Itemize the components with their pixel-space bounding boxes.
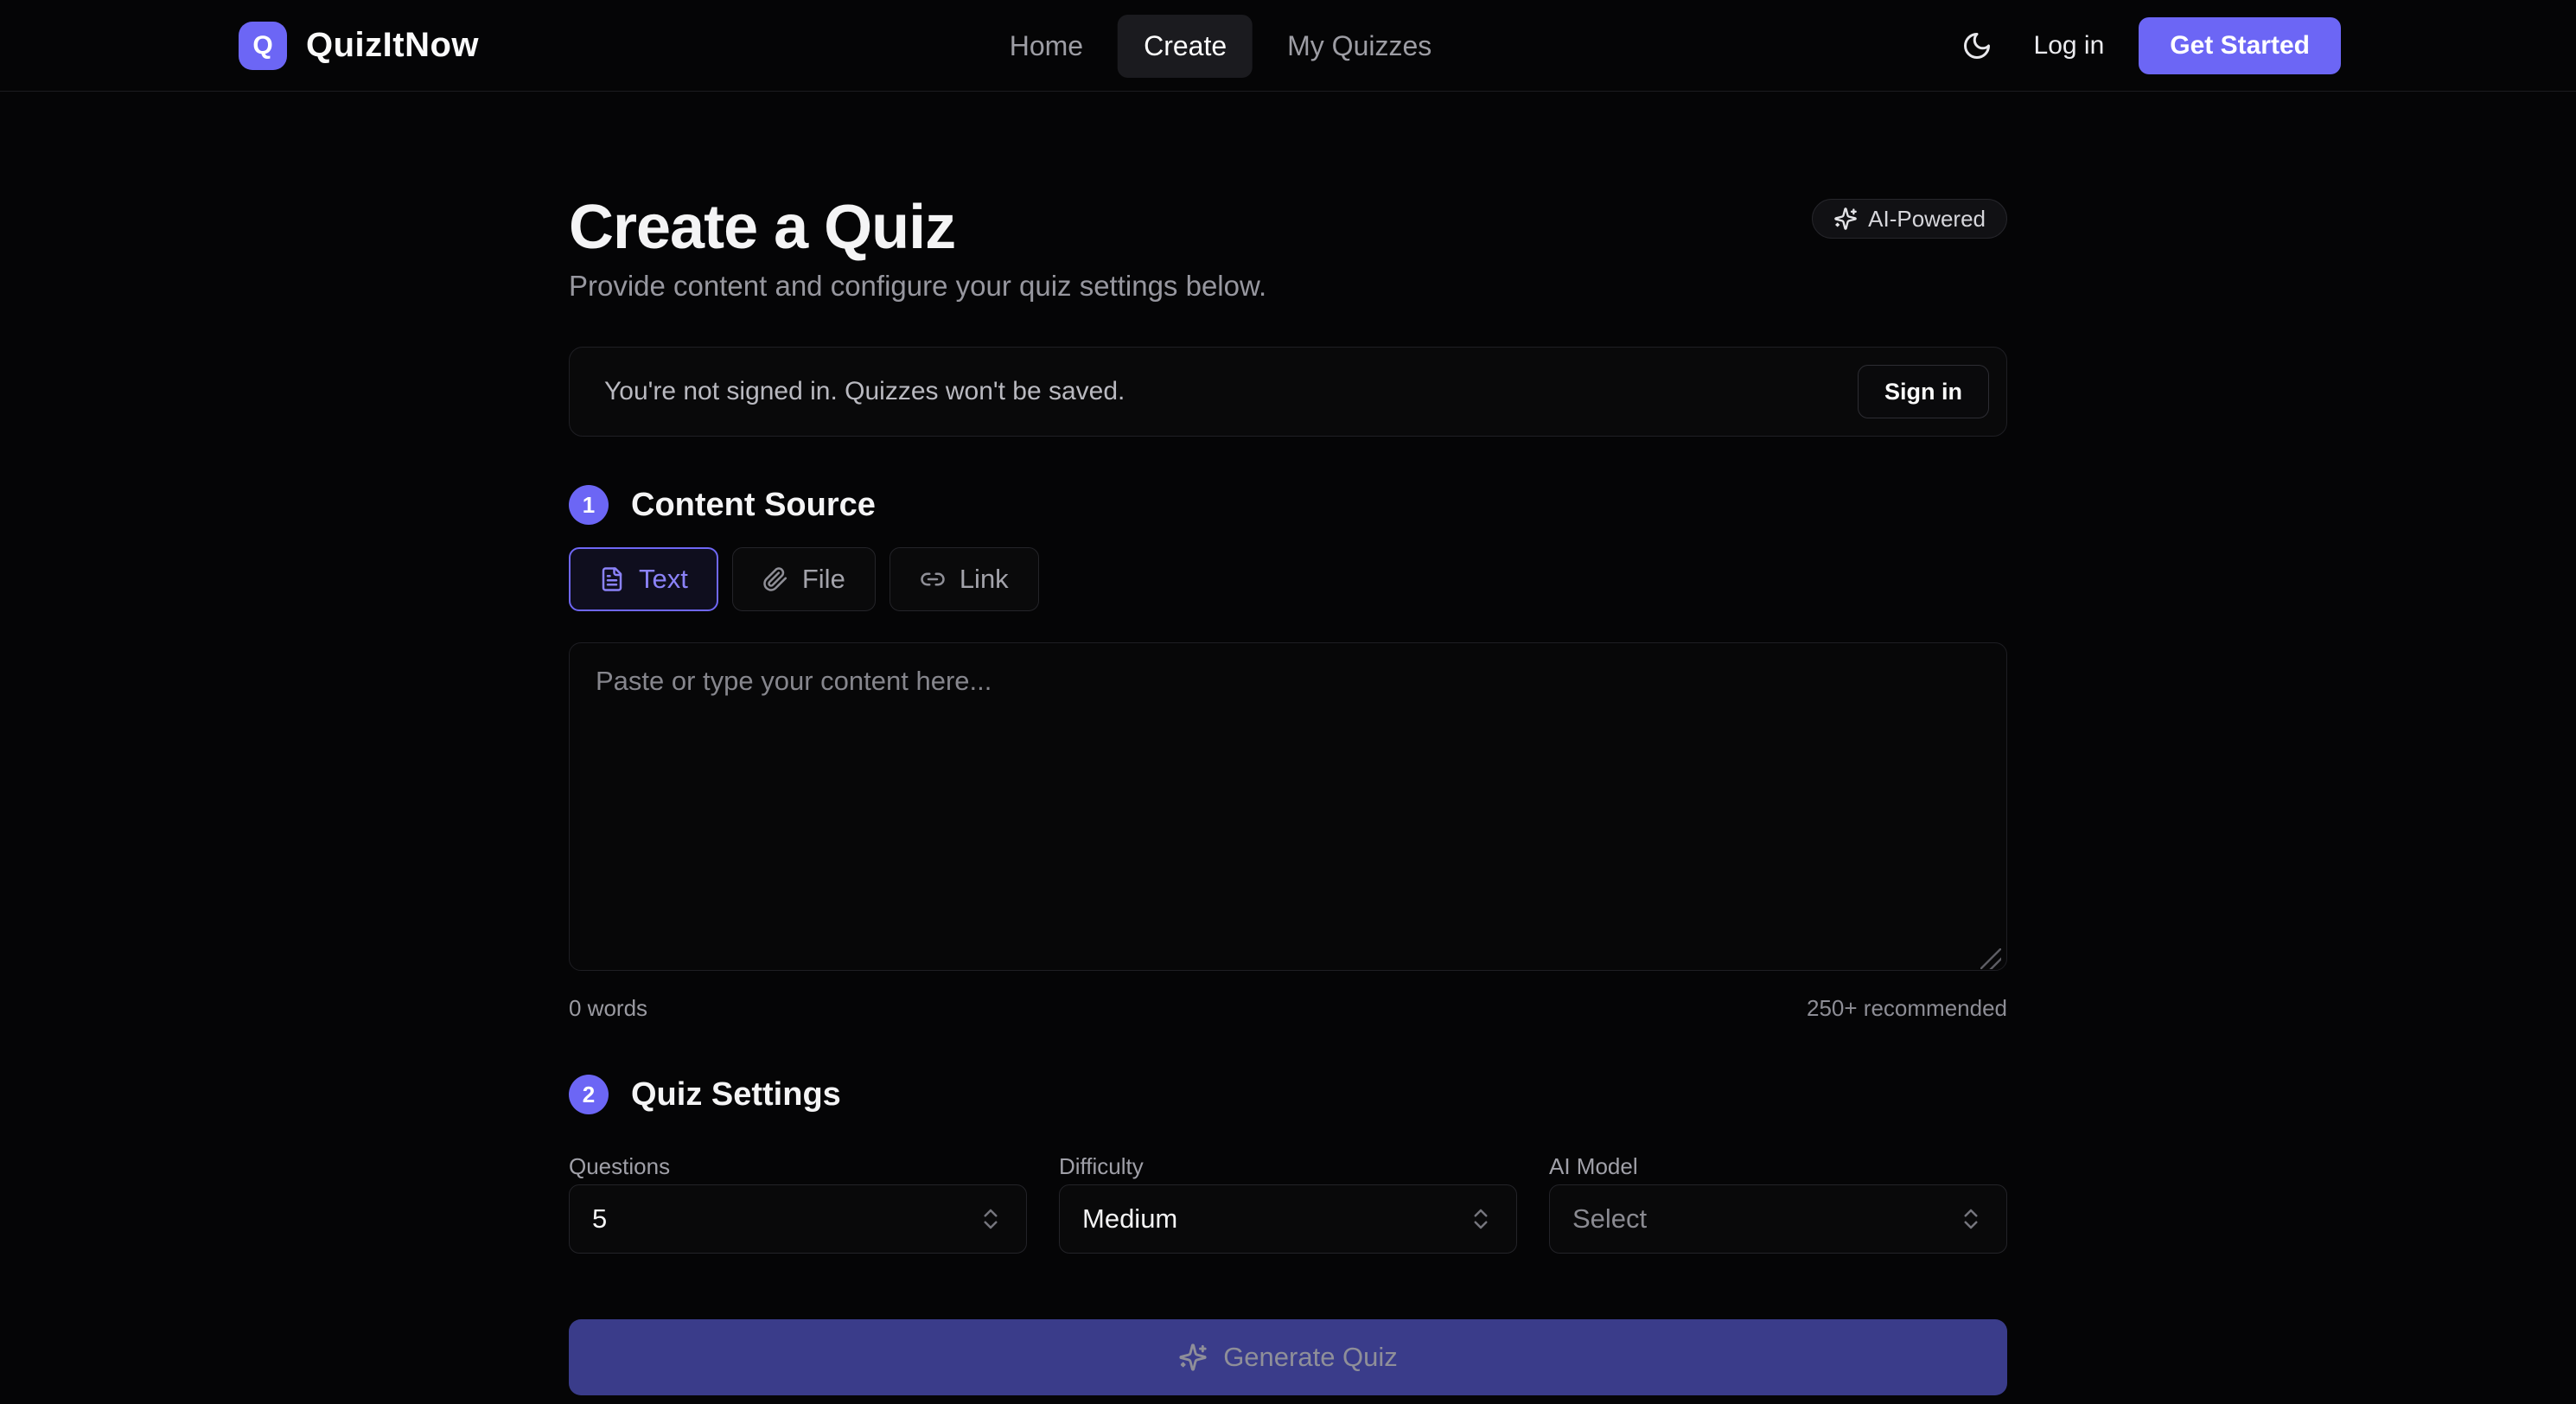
nav-item-create[interactable]: Create (1118, 15, 1253, 78)
chevrons-up-down-icon (1468, 1206, 1494, 1232)
generate-quiz-button[interactable]: Generate Quiz (569, 1319, 2007, 1395)
difficulty-select-value: Medium (1082, 1203, 1177, 1235)
ai-powered-badge: AI-Powered (1812, 199, 2007, 239)
content-source-section-header: 1 Content Source (569, 485, 2007, 525)
quiz-settings-section-header: 2 Quiz Settings (569, 1075, 2007, 1114)
nav-item-home[interactable]: Home (984, 15, 1109, 78)
content-source-tabs: Text File Link (569, 547, 2007, 611)
tab-text-label: Text (639, 564, 688, 595)
questions-select-value: 5 (592, 1203, 607, 1235)
brand[interactable]: Q QuizItNow (239, 22, 479, 70)
navbar: Q QuizItNow Home Create My Quizzes Log i… (0, 0, 2576, 92)
get-started-button[interactable]: Get Started (2139, 17, 2341, 74)
questions-label: Questions (569, 1152, 1027, 1181)
resize-handle[interactable] (1980, 948, 2001, 969)
sparkles-icon (1178, 1343, 1208, 1372)
paperclip-icon (762, 566, 788, 592)
create-quiz-page: Create a Quiz AI-Powered Provide content… (569, 194, 2007, 1395)
signin-notice: You're not signed in. Quizzes won't be s… (569, 347, 2007, 437)
quiz-settings-title: Quiz Settings (631, 1076, 841, 1114)
tab-file[interactable]: File (732, 547, 876, 611)
questions-field: Questions 5 (569, 1152, 1027, 1254)
link-icon (920, 566, 946, 592)
signin-notice-message: You're not signed in. Quizzes won't be s… (604, 377, 1125, 406)
difficulty-field: Difficulty Medium (1059, 1152, 1517, 1254)
step-1-badge: 1 (569, 485, 609, 525)
sparkles-icon (1833, 207, 1858, 231)
brand-logo-letter: Q (252, 31, 272, 61)
chevrons-up-down-icon (978, 1206, 1004, 1232)
ai-powered-badge-label: AI-Powered (1868, 206, 1986, 233)
difficulty-select[interactable]: Medium (1059, 1184, 1517, 1254)
login-link[interactable]: Log in (2034, 31, 2105, 61)
word-count: 0 words (569, 995, 647, 1022)
step-2-badge: 2 (569, 1075, 609, 1114)
theme-toggle-button[interactable] (1954, 23, 1999, 68)
generate-quiz-label: Generate Quiz (1223, 1342, 1398, 1373)
tab-link-label: Link (960, 564, 1009, 595)
brand-name: QuizItNow (306, 26, 479, 65)
nav-actions: Log in Get Started (1954, 17, 2341, 74)
moon-icon (1961, 30, 1993, 61)
nav-item-my-quizzes[interactable]: My Quizzes (1261, 15, 1457, 78)
brand-logo: Q (239, 22, 287, 70)
ai-model-select[interactable]: Select (1549, 1184, 2007, 1254)
quiz-settings-fields: Questions 5 Difficulty Medium AI Model S… (569, 1152, 2007, 1254)
content-source-title: Content Source (631, 487, 876, 524)
tab-text[interactable]: Text (569, 547, 718, 611)
content-textarea[interactable] (569, 642, 2007, 971)
content-textarea-wrap (569, 642, 2007, 975)
difficulty-label: Difficulty (1059, 1152, 1517, 1181)
file-text-icon (599, 566, 625, 592)
tab-link[interactable]: Link (889, 547, 1039, 611)
tab-file-label: File (802, 564, 845, 595)
sign-in-button[interactable]: Sign in (1858, 365, 1989, 418)
ai-model-select-value: Select (1572, 1203, 1647, 1235)
recommended-length: 250+ recommended (1807, 995, 2007, 1022)
ai-model-label: AI Model (1549, 1152, 2007, 1181)
chevrons-up-down-icon (1958, 1206, 1984, 1232)
textarea-meta-row: 0 words 250+ recommended (569, 995, 2007, 1022)
questions-select[interactable]: 5 (569, 1184, 1027, 1254)
ai-model-field: AI Model Select (1549, 1152, 2007, 1254)
page-subtitle: Provide content and configure your quiz … (569, 267, 2007, 305)
page-title: Create a Quiz (569, 194, 955, 262)
nav-links: Home Create My Quizzes (984, 0, 1458, 92)
